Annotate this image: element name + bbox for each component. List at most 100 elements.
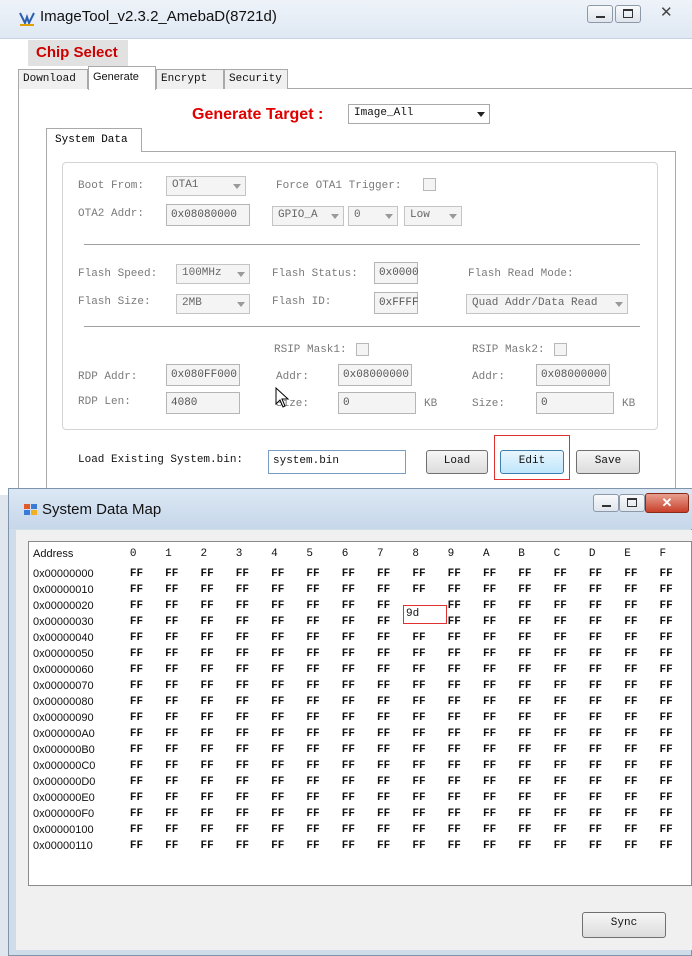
byte-cell[interactable]: FF xyxy=(656,790,691,806)
byte-cell[interactable]: FF xyxy=(302,726,337,742)
byte-cell[interactable]: FF xyxy=(267,758,302,774)
byte-cell[interactable]: FF xyxy=(620,758,655,774)
tab-generate[interactable]: Generate xyxy=(88,66,156,90)
byte-cell[interactable]: FF xyxy=(620,806,655,822)
byte-cell[interactable]: FF xyxy=(620,726,655,742)
byte-cell[interactable]: FF xyxy=(550,838,585,854)
byte-cell[interactable]: FF xyxy=(232,774,267,790)
byte-cell[interactable]: FF xyxy=(232,838,267,854)
byte-cell[interactable]: FF xyxy=(479,838,514,854)
byte-cell[interactable]: FF xyxy=(444,838,479,854)
byte-cell[interactable]: FF xyxy=(408,630,443,646)
byte-cell[interactable]: FF xyxy=(232,662,267,678)
byte-cell[interactable]: FF xyxy=(196,806,231,822)
byte-cell[interactable]: FF xyxy=(196,598,231,614)
byte-cell[interactable]: FF xyxy=(232,598,267,614)
byte-cell[interactable]: FF xyxy=(656,774,691,790)
tab-security[interactable]: Security xyxy=(224,69,288,89)
byte-cell[interactable]: FF xyxy=(161,614,196,630)
byte-cell[interactable]: FF xyxy=(550,566,585,582)
byte-cell[interactable]: FF xyxy=(444,646,479,662)
byte-cell[interactable]: FF xyxy=(408,790,443,806)
byte-cell[interactable]: FF xyxy=(338,742,373,758)
byte-cell[interactable]: FF xyxy=(232,822,267,838)
byte-cell[interactable]: FF xyxy=(196,774,231,790)
tab-encrypt[interactable]: Encrypt xyxy=(156,69,224,89)
map-close-button[interactable]: ✕ xyxy=(645,493,689,513)
byte-cell[interactable]: FF xyxy=(267,630,302,646)
byte-cell[interactable]: FF xyxy=(232,678,267,694)
byte-cell[interactable]: FF xyxy=(161,758,196,774)
rdp-len-field[interactable]: 4080 xyxy=(166,392,240,414)
rdp-addr-field[interactable]: 0x080FF000 xyxy=(166,364,240,386)
byte-cell[interactable]: FF xyxy=(338,694,373,710)
byte-cell[interactable]: FF xyxy=(479,806,514,822)
byte-cell[interactable]: FF xyxy=(126,742,161,758)
byte-cell[interactable]: FF xyxy=(408,822,443,838)
byte-cell[interactable]: FF xyxy=(479,630,514,646)
byte-cell[interactable]: FF xyxy=(550,710,585,726)
byte-cell[interactable]: FF xyxy=(302,742,337,758)
cell-editor-input[interactable]: 9d xyxy=(406,608,419,620)
byte-cell[interactable]: FF xyxy=(232,710,267,726)
byte-cell[interactable]: FF xyxy=(267,646,302,662)
byte-cell[interactable]: FF xyxy=(656,646,691,662)
byte-cell[interactable]: FF xyxy=(196,662,231,678)
byte-cell[interactable]: FF xyxy=(585,566,620,582)
byte-cell[interactable]: FF xyxy=(444,710,479,726)
byte-cell[interactable]: FF xyxy=(620,838,655,854)
byte-cell[interactable]: FF xyxy=(338,662,373,678)
byte-cell[interactable]: FF xyxy=(585,646,620,662)
byte-cell[interactable]: FF xyxy=(302,774,337,790)
byte-cell[interactable]: FF xyxy=(302,710,337,726)
byte-cell[interactable]: FF xyxy=(444,582,479,598)
byte-cell[interactable]: FF xyxy=(620,822,655,838)
byte-cell[interactable]: FF xyxy=(408,774,443,790)
flash-id-field[interactable]: 0xFFFF xyxy=(374,292,419,314)
byte-cell[interactable]: FF xyxy=(620,582,655,598)
byte-cell[interactable]: FF xyxy=(126,582,161,598)
byte-cell[interactable]: FF xyxy=(585,838,620,854)
byte-cell[interactable]: FF xyxy=(161,694,196,710)
byte-cell[interactable]: FF xyxy=(232,790,267,806)
byte-cell[interactable]: FF xyxy=(620,774,655,790)
byte-cell[interactable]: FF xyxy=(267,598,302,614)
byte-cell[interactable]: FF xyxy=(408,758,443,774)
byte-cell[interactable]: FF xyxy=(585,758,620,774)
rsip-mask1-checkbox[interactable] xyxy=(356,343,369,356)
tab-system-data[interactable]: System Data xyxy=(46,128,142,152)
byte-cell[interactable]: FF xyxy=(585,710,620,726)
byte-cell[interactable]: FF xyxy=(161,678,196,694)
save-button[interactable]: Save xyxy=(576,450,640,474)
byte-cell[interactable]: FF xyxy=(408,678,443,694)
byte-cell[interactable]: FF xyxy=(338,726,373,742)
byte-cell[interactable]: FF xyxy=(656,758,691,774)
byte-cell[interactable]: FF xyxy=(514,566,549,582)
byte-cell[interactable]: FF xyxy=(267,774,302,790)
mask2-size-field[interactable]: 0 xyxy=(536,392,614,414)
byte-cell[interactable]: FF xyxy=(514,838,549,854)
byte-cell[interactable]: FF xyxy=(620,710,655,726)
byte-cell[interactable]: FF xyxy=(585,598,620,614)
byte-cell[interactable]: FF xyxy=(656,838,691,854)
byte-cell[interactable]: FF xyxy=(302,806,337,822)
mask1-size-field[interactable]: 0 xyxy=(338,392,416,414)
byte-cell[interactable]: FF xyxy=(656,694,691,710)
byte-cell[interactable]: FF xyxy=(550,806,585,822)
byte-cell[interactable]: FF xyxy=(338,630,373,646)
byte-cell[interactable]: FF xyxy=(373,630,408,646)
byte-cell[interactable]: FF xyxy=(373,790,408,806)
byte-cell[interactable]: FF xyxy=(514,678,549,694)
byte-cell[interactable]: FF xyxy=(550,758,585,774)
byte-cell[interactable]: FF xyxy=(373,582,408,598)
byte-cell[interactable]: FF xyxy=(196,838,231,854)
byte-cell[interactable]: FF xyxy=(444,598,479,614)
byte-cell[interactable]: FF xyxy=(514,806,549,822)
byte-cell[interactable]: FF xyxy=(514,694,549,710)
byte-cell[interactable]: FF xyxy=(126,822,161,838)
byte-cell[interactable]: FF xyxy=(338,646,373,662)
byte-cell[interactable]: FF xyxy=(302,790,337,806)
byte-cell[interactable]: FF xyxy=(550,694,585,710)
rsip-mask2-checkbox[interactable] xyxy=(554,343,567,356)
byte-cell[interactable]: FF xyxy=(196,822,231,838)
